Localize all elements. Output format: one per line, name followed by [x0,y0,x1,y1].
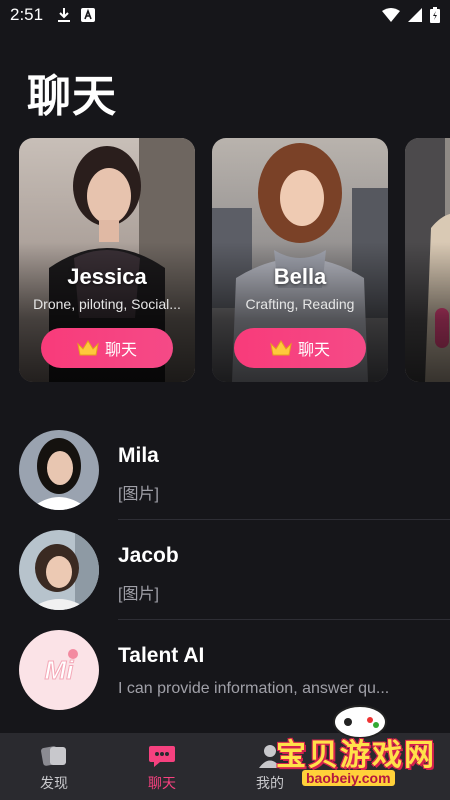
chat-row-jacob[interactable]: Jacob [图片] [0,520,450,620]
start-chat-button[interactable]: 聊天 [41,328,173,368]
character-tags: Crafting, Reading [245,296,355,312]
start-chat-label: 聊天 [297,340,330,359]
chat-preview: [图片] [118,586,159,603]
character-name: Jessica [67,264,147,289]
tab-label: 发现 [40,776,68,792]
download-icon [58,8,71,22]
cards-icon [41,746,66,766]
wifi-icon [382,8,400,22]
signal-icon [408,8,422,22]
chat-preview: I can provide information, answer qu... [118,680,390,697]
tab-chat[interactable]: 聊天 [108,733,216,800]
chat-name: Talent AI [118,644,205,667]
character-card-jessica[interactable]: Jessica Drone, piloting, Social... 聊天 [19,138,195,382]
character-card-partial[interactable] [405,138,450,382]
character-name: Bella [273,264,327,289]
tab-discover[interactable]: 发现 [0,733,108,800]
chat-bubble-icon [149,746,175,767]
character-card-bella[interactable]: Bella Crafting, Reading 聊天 [212,138,388,382]
page-title: 聊天 [27,71,117,122]
chat-name: Mila [118,444,159,467]
character-tags: Drone, piloting, Social... [33,296,181,312]
start-chat-button[interactable]: 聊天 [234,328,366,368]
watermark-text: 宝贝游戏网 [276,738,436,773]
talent-ai-logo: Mi [19,630,99,710]
chat-row-mila[interactable]: Mila [图片] [0,420,450,520]
a-notification-icon [81,8,96,22]
svg-text:Mi: Mi [45,655,75,685]
watermark-url: baobeiy.com [302,770,395,786]
chat-name: Jacob [118,544,179,567]
status-time: 2:51 [10,5,44,24]
tab-label: 聊天 [148,776,176,792]
watermark: 宝贝游戏网 baobeiy.com [270,700,450,800]
start-chat-label: 聊天 [104,340,137,359]
crown-icon [77,340,99,356]
character-carousel[interactable]: Jessica Drone, piloting, Social... 聊天 Be… [19,138,450,382]
crown-icon [270,340,292,356]
battery-icon [430,7,440,23]
avatar [19,430,99,510]
status-bar: 2:51 [0,0,450,30]
chat-preview: [图片] [118,486,159,503]
avatar [19,530,99,610]
